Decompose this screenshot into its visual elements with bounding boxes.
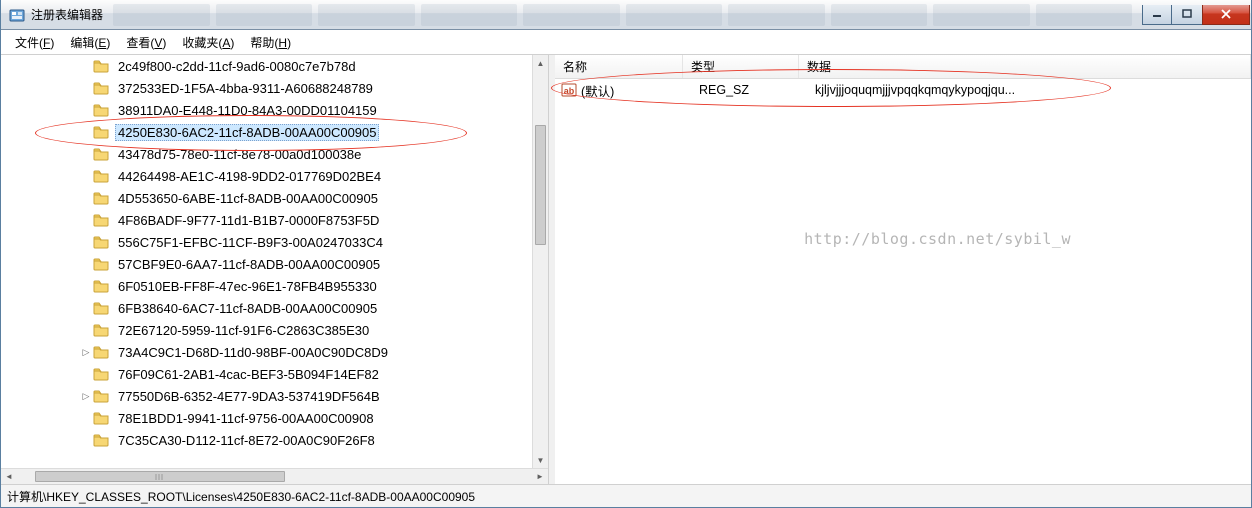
value-type: REG_SZ (697, 83, 813, 97)
tree-item[interactable]: 372533ED-1F5A-4bba-9311-A60688248789 (1, 77, 532, 99)
folder-icon (93, 59, 109, 73)
tree-item[interactable]: 4F86BADF-9F77-11d1-B1B7-0000F8753F5D (1, 209, 532, 231)
tree-item-label: 72E67120-5959-11cf-91F6-C2863C385E30 (115, 322, 372, 339)
tree-item[interactable]: ▷ 77550D6B-6352-4E77-9DA3-537419DF564B (1, 385, 532, 407)
expand-toggle-icon[interactable]: ▷ (79, 389, 93, 403)
tree-item-label: 4D553650-6ABE-11cf-8ADB-00AA00C00905 (115, 190, 381, 207)
folder-icon (93, 103, 109, 117)
tree-item-label: 73A4C9C1-D68D-11d0-98BF-00A0C90DC8D9 (115, 344, 391, 361)
scroll-thumb[interactable] (535, 125, 546, 245)
tree-item-label: 2c49f800-c2dd-11cf-9ad6-0080c7e7b78d (115, 58, 359, 75)
col-header-type[interactable]: 类型 (683, 55, 799, 78)
menu-favorites[interactable]: 收藏夹(A) (174, 31, 242, 54)
value-name: (默认) (581, 81, 697, 100)
tree-item[interactable]: 6F0510EB-FF8F-47ec-96E1-78FB4B955330 (1, 275, 532, 297)
values-list[interactable]: (默认)REG_SZkjljvjjjoquqmjjjvpqqkqmqykypoq… (555, 79, 1251, 484)
tree-item[interactable]: 6FB38640-6AC7-11cf-8ADB-00AA00C00905 (1, 297, 532, 319)
scroll-track[interactable] (533, 71, 548, 452)
tree-item[interactable]: 556C75F1-EFBC-11CF-B9F3-00A0247033C4 (1, 231, 532, 253)
app-icon (9, 7, 25, 23)
tree-item[interactable]: 4250E830-6AC2-11cf-8ADB-00AA00C00905 (1, 121, 532, 143)
tree-item-label: 4F86BADF-9F77-11d1-B1B7-0000F8753F5D (115, 212, 382, 229)
folder-icon (93, 169, 109, 183)
folder-icon (93, 345, 109, 359)
values-panel: 名称 类型 数据 (默认)REG_SZkjljvjjjoquqmjjjvpqqk… (555, 55, 1251, 484)
tree-item-label: 44264498-AE1C-4198-9DD2-017769D02BE4 (115, 168, 384, 185)
tree-item[interactable]: 7C35CA30-D112-11cf-8E72-00A0C90F26F8 (1, 429, 532, 451)
tree-item-label: 43478d75-78e0-11cf-8e78-00a0d100038e (115, 146, 364, 163)
menu-help[interactable]: 帮助(H) (242, 31, 299, 54)
content-area: 2c49f800-c2dd-11cf-9ad6-0080c7e7b78d 3725… (1, 55, 1251, 485)
folder-icon (93, 323, 109, 337)
value-data: kjljvjjjoquqmjjjvpqqkqmqykypoqjqu... (813, 83, 1251, 97)
value-row[interactable]: (默认)REG_SZkjljvjjjoquqmjjjvpqqkqmqykypoq… (555, 79, 1251, 101)
folder-icon (93, 81, 109, 95)
folder-icon (93, 301, 109, 315)
string-value-icon (561, 82, 577, 98)
statusbar: 计算机\HKEY_CLASSES_ROOT\Licenses\4250E830-… (1, 485, 1251, 507)
tree-item-label: 6F0510EB-FF8F-47ec-96E1-78FB4B955330 (115, 278, 380, 295)
close-button[interactable] (1202, 5, 1250, 25)
titlebar[interactable]: 注册表编辑器 (1, 0, 1251, 30)
tree-item-label: 6FB38640-6AC7-11cf-8ADB-00AA00C00905 (115, 300, 380, 317)
tree-item-label: 4250E830-6AC2-11cf-8ADB-00AA00C00905 (115, 124, 379, 141)
status-path: 计算机\HKEY_CLASSES_ROOT\Licenses\4250E830-… (7, 488, 475, 505)
tree-item-label: 38911DA0-E448-11D0-84A3-00DD01104159 (115, 102, 380, 119)
folder-icon (93, 411, 109, 425)
minimize-button[interactable] (1142, 5, 1172, 25)
tree-item-label: 78E1BDD1-9941-11cf-9756-00AA00C00908 (115, 410, 377, 427)
folder-icon (93, 279, 109, 293)
col-header-name[interactable]: 名称 (555, 55, 683, 78)
registry-tree[interactable]: 2c49f800-c2dd-11cf-9ad6-0080c7e7b78d 3725… (1, 55, 532, 468)
tree-item[interactable]: 76F09C61-2AB1-4cac-BEF3-5B094F14EF82 (1, 363, 532, 385)
maximize-button[interactable] (1172, 5, 1202, 25)
folder-icon (93, 235, 109, 249)
folder-icon (93, 433, 109, 447)
window-title: 注册表编辑器 (31, 6, 103, 23)
tree-item-label: 372533ED-1F5A-4bba-9311-A60688248789 (115, 80, 376, 97)
tree-item[interactable]: 4D553650-6ABE-11cf-8ADB-00AA00C00905 (1, 187, 532, 209)
menu-edit[interactable]: 编辑(E) (62, 31, 118, 54)
tree-item-label: 76F09C61-2AB1-4cac-BEF3-5B094F14EF82 (115, 366, 382, 383)
horizontal-scrollbar[interactable]: ◄ ► (1, 468, 548, 484)
folder-icon (93, 257, 109, 271)
tree-item[interactable]: 72E67120-5959-11cf-91F6-C2863C385E30 (1, 319, 532, 341)
folder-icon (93, 147, 109, 161)
hscroll-track[interactable] (17, 469, 532, 484)
scroll-right-arrow[interactable]: ► (532, 469, 548, 484)
tree-item[interactable]: 57CBF9E0-6AA7-11cf-8ADB-00AA00C00905 (1, 253, 532, 275)
tree-item[interactable]: 2c49f800-c2dd-11cf-9ad6-0080c7e7b78d (1, 55, 532, 77)
menubar: 文件(F) 编辑(E) 查看(V) 收藏夹(A) 帮助(H) (1, 30, 1251, 55)
col-header-data[interactable]: 数据 (799, 55, 1251, 78)
tree-scroll-area: 2c49f800-c2dd-11cf-9ad6-0080c7e7b78d 3725… (1, 55, 548, 484)
expand-toggle-icon[interactable]: ▷ (79, 345, 93, 359)
folder-icon (93, 125, 109, 139)
tree-item[interactable]: 38911DA0-E448-11D0-84A3-00DD01104159 (1, 99, 532, 121)
tree-item[interactable]: ▷ 73A4C9C1-D68D-11d0-98BF-00A0C90DC8D9 (1, 341, 532, 363)
tree-item-label: 77550D6B-6352-4E77-9DA3-537419DF564B (115, 388, 383, 405)
menu-file[interactable]: 文件(F) (7, 31, 62, 54)
folder-icon (93, 213, 109, 227)
menu-view[interactable]: 查看(V) (118, 31, 174, 54)
tree-item-label: 57CBF9E0-6AA7-11cf-8ADB-00AA00C00905 (115, 256, 383, 273)
hscroll-thumb[interactable] (35, 471, 285, 482)
tree-item[interactable]: 44264498-AE1C-4198-9DD2-017769D02BE4 (1, 165, 532, 187)
tree-panel: 2c49f800-c2dd-11cf-9ad6-0080c7e7b78d 3725… (1, 55, 549, 484)
folder-icon (93, 367, 109, 381)
folder-icon (93, 389, 109, 403)
tree-item[interactable]: 78E1BDD1-9941-11cf-9756-00AA00C00908 (1, 407, 532, 429)
scroll-up-arrow[interactable]: ▲ (533, 55, 548, 71)
tree-item[interactable]: 43478d75-78e0-11cf-8e78-00a0d100038e (1, 143, 532, 165)
tree-item-label: 7C35CA30-D112-11cf-8E72-00A0C90F26F8 (115, 432, 378, 449)
tree-item-label: 556C75F1-EFBC-11CF-B9F3-00A0247033C4 (115, 234, 386, 251)
registry-editor-window: 注册表编辑器 文件(F) 编辑(E) 查看(V) 收藏夹(A) 帮助(H) 2c… (0, 0, 1252, 508)
scroll-down-arrow[interactable]: ▼ (533, 452, 548, 468)
taskbar-blur (113, 4, 1132, 26)
scroll-left-arrow[interactable]: ◄ (1, 469, 17, 484)
window-controls (1142, 5, 1250, 25)
folder-icon (93, 191, 109, 205)
values-header: 名称 类型 数据 (555, 55, 1251, 79)
vertical-scrollbar[interactable]: ▲ ▼ (532, 55, 548, 468)
